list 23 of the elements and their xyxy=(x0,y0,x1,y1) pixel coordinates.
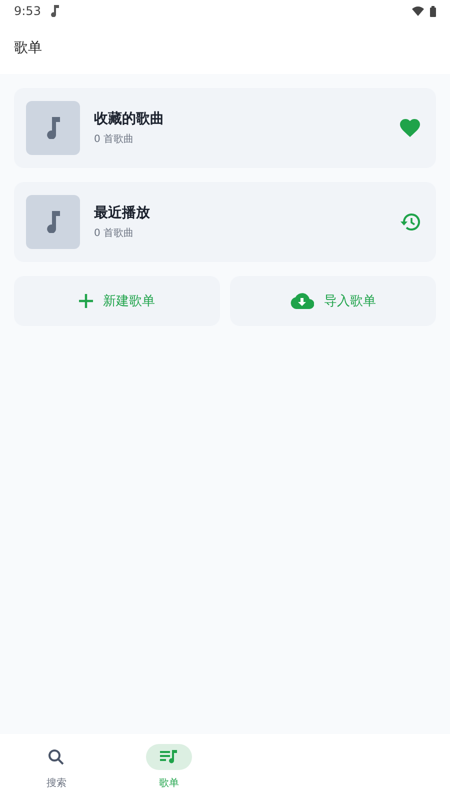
song-count: 0 首歌曲 xyxy=(94,226,135,240)
page-title: 歌单 xyxy=(14,39,42,57)
music-note-icon xyxy=(50,5,59,17)
action-button[interactable]: 导入歌单 xyxy=(230,276,436,326)
plus-icon xyxy=(79,294,93,308)
action-button[interactable]: 新建歌单 xyxy=(14,276,220,326)
playlist-title: 最近播放 xyxy=(94,204,151,222)
search-icon xyxy=(48,749,64,765)
song-count: 0 首歌曲 xyxy=(94,132,135,146)
playlist-card[interactable]: 收藏的歌曲 0 首歌曲 xyxy=(14,88,436,168)
playlist-icon xyxy=(160,750,178,764)
heart-icon[interactable] xyxy=(400,119,420,137)
history-icon[interactable] xyxy=(400,213,420,231)
nav-tab[interactable]: 歌单 xyxy=(112,744,225,790)
status-time: 9:53 xyxy=(14,4,41,18)
music-note-icon xyxy=(46,117,60,139)
nav-tab[interactable]: 搜索 xyxy=(0,744,112,790)
playlist-card[interactable]: 最近播放 0 首歌曲 xyxy=(14,182,436,262)
playlist-title: 收藏的歌曲 xyxy=(94,110,165,128)
music-note-icon xyxy=(46,211,60,233)
wifi-icon xyxy=(412,6,424,16)
cloud-download-icon xyxy=(290,293,314,309)
battery-icon xyxy=(430,6,436,16)
